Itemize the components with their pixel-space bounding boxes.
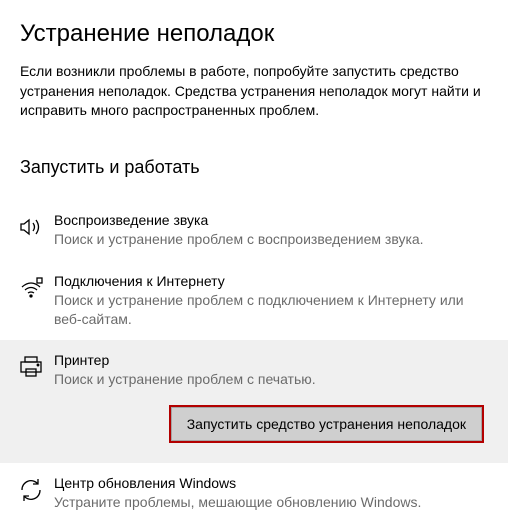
printer-icon xyxy=(18,354,54,382)
page-description: Если возникли проблемы в работе, попробу… xyxy=(20,62,488,121)
item-desc: Поиск и устранение проблем с подключение… xyxy=(54,291,490,329)
item-title: Принтер xyxy=(54,352,490,368)
section-title: Запустить и работать xyxy=(20,157,488,178)
update-icon xyxy=(18,477,54,505)
item-title: Подключения к Интернету xyxy=(54,273,490,289)
wifi-icon xyxy=(18,275,54,303)
troubleshooter-item-audio[interactable]: Воспроизведение звука Поиск и устранение… xyxy=(0,200,508,261)
troubleshooter-list: Воспроизведение звука Поиск и устранение… xyxy=(0,200,508,524)
troubleshooter-item-internet[interactable]: Подключения к Интернету Поиск и устранен… xyxy=(0,261,508,341)
item-title: Воспроизведение звука xyxy=(54,212,490,228)
item-desc: Поиск и устранение проблем с воспроизвед… xyxy=(54,230,490,249)
page-title: Устранение неполадок xyxy=(20,20,488,48)
run-troubleshooter-button[interactable]: Запустить средство устранения неполадок xyxy=(169,405,484,443)
troubleshooter-item-windows-update[interactable]: Центр обновления Windows Устраните пробл… xyxy=(0,463,508,524)
item-desc: Устраните проблемы, мешающие обновлению … xyxy=(54,493,490,512)
speaker-icon xyxy=(18,214,54,242)
item-desc: Поиск и устранение проблем с печатью. xyxy=(54,370,490,389)
item-title: Центр обновления Windows xyxy=(54,475,490,491)
troubleshooter-item-printer[interactable]: Принтер Поиск и устранение проблем с печ… xyxy=(0,340,508,463)
